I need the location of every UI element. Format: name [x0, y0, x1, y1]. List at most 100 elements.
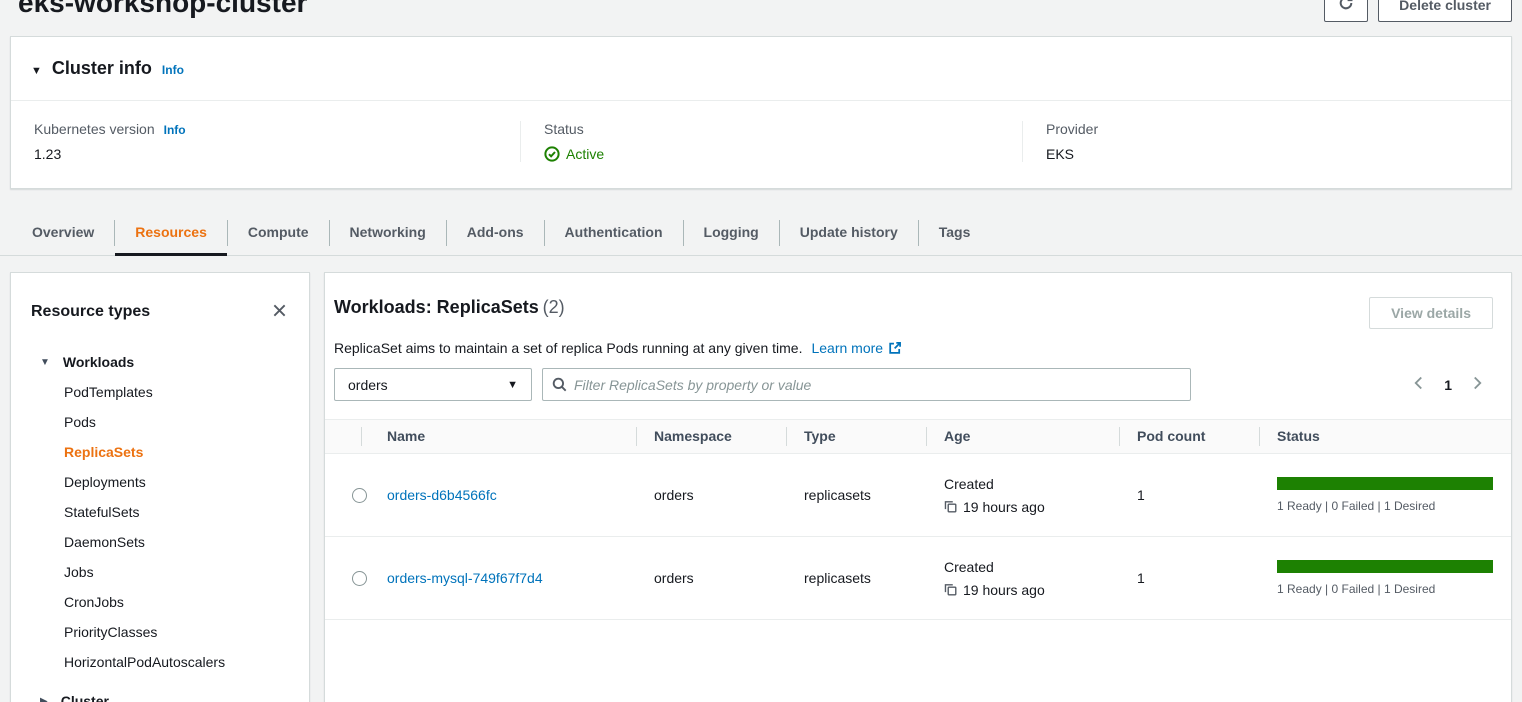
- copy-icon[interactable]: [944, 500, 957, 513]
- replicasets-panel: Workloads: ReplicaSets (2) View details …: [324, 272, 1512, 702]
- kubernetes-version-info-link[interactable]: Info: [164, 123, 186, 137]
- collapse-caret-icon[interactable]: ▼: [31, 65, 42, 77]
- refresh-icon: [1338, 0, 1354, 15]
- cluster-info-card: ▼ Cluster info Info Kubernetes version I…: [10, 36, 1512, 189]
- tab-logging[interactable]: Logging: [684, 210, 779, 256]
- dropdown-value: orders: [348, 377, 388, 393]
- cluster-group-label: Cluster: [61, 693, 109, 702]
- external-link-icon: [888, 341, 902, 355]
- column-header-age[interactable]: Age: [926, 419, 1119, 454]
- tab-resources[interactable]: Resources: [115, 210, 227, 256]
- provider-field: Provider EKS: [1022, 121, 1511, 162]
- chevron-left-icon: [1413, 375, 1424, 394]
- search-box: [542, 368, 1191, 401]
- panel-title: Workloads: ReplicaSets: [334, 297, 539, 317]
- age-cell: Created 19 hours ago: [926, 476, 1119, 515]
- view-details-button[interactable]: View details: [1369, 297, 1493, 329]
- tab-add-ons[interactable]: Add-ons: [447, 210, 544, 256]
- kubernetes-version-field: Kubernetes version Info 1.23: [11, 121, 520, 162]
- status-cell: 1 Ready | 0 Failed | 1 Desired: [1259, 560, 1511, 596]
- sidebar-item-cronjobs[interactable]: CronJobs: [11, 587, 309, 617]
- column-header-type[interactable]: Type: [786, 419, 926, 454]
- table-row: orders-d6b4566fc orders replicasets Crea…: [325, 454, 1511, 537]
- resources-content: Resource types ▼ Workloads PodTemplates …: [10, 272, 1512, 702]
- status-field: Status Active: [520, 121, 1022, 162]
- chevron-down-icon: ▼: [507, 379, 518, 391]
- table-header-row: Name Namespace Type Age Pod count Status: [325, 419, 1511, 454]
- column-header-pod-count[interactable]: Pod count: [1119, 419, 1259, 454]
- workloads-group-label: Workloads: [63, 354, 134, 370]
- status-bar: [1277, 560, 1493, 573]
- current-page-number[interactable]: 1: [1444, 377, 1452, 393]
- refresh-button[interactable]: [1324, 0, 1368, 22]
- pagination: 1: [1413, 375, 1493, 394]
- kubernetes-version-value: 1.23: [34, 146, 520, 162]
- caret-right-icon: ▶: [40, 696, 48, 702]
- namespace-filter-dropdown[interactable]: orders ▼: [334, 368, 532, 401]
- status-text: 1 Ready | 0 Failed | 1 Desired: [1277, 499, 1493, 513]
- type-cell: replicasets: [786, 487, 926, 503]
- column-header-status[interactable]: Status: [1259, 419, 1511, 454]
- namespace-cell: orders: [636, 570, 786, 586]
- resource-types-tree: ▼ Workloads PodTemplates Pods ReplicaSet…: [11, 347, 309, 702]
- tab-tags[interactable]: Tags: [919, 210, 991, 256]
- status-text: 1 Ready | 0 Failed | 1 Desired: [1277, 582, 1493, 596]
- pod-count-cell: 1: [1119, 487, 1259, 503]
- namespace-cell: orders: [636, 487, 786, 503]
- tab-compute[interactable]: Compute: [228, 210, 329, 256]
- status-cell: 1 Ready | 0 Failed | 1 Desired: [1259, 477, 1511, 513]
- age-cell: Created 19 hours ago: [926, 559, 1119, 598]
- status-bar: [1277, 477, 1493, 490]
- filter-input[interactable]: [574, 377, 1181, 393]
- provider-value: EKS: [1046, 146, 1511, 162]
- sidebar-item-jobs[interactable]: Jobs: [11, 557, 309, 587]
- delete-cluster-button[interactable]: Delete cluster: [1378, 0, 1512, 22]
- sidebar-item-podtemplates[interactable]: PodTemplates: [11, 377, 309, 407]
- header-actions: Delete cluster: [1324, 0, 1512, 22]
- chevron-right-icon: [1472, 375, 1483, 394]
- sidebar-item-replicasets[interactable]: ReplicaSets: [11, 437, 309, 467]
- resource-types-title: Resource types: [31, 303, 150, 321]
- status-check-icon: [544, 146, 560, 162]
- page-header: eks-workshop-cluster Delete cluster: [0, 0, 1522, 22]
- tab-authentication[interactable]: Authentication: [545, 210, 683, 256]
- tree-group-workloads[interactable]: ▼ Workloads: [11, 347, 309, 377]
- selection-column-header: [325, 419, 361, 454]
- status-value: Active: [566, 146, 604, 162]
- resource-types-panel: Resource types ▼ Workloads PodTemplates …: [10, 272, 310, 702]
- page-title: eks-workshop-cluster: [18, 0, 307, 20]
- sidebar-item-horizontalpodautoscalers[interactable]: HorizontalPodAutoscalers: [11, 647, 309, 677]
- panel-description: ReplicaSet aims to maintain a set of rep…: [334, 340, 802, 356]
- status-label: Status: [544, 121, 1022, 137]
- column-header-name[interactable]: Name: [361, 419, 636, 454]
- cluster-info-info-link[interactable]: Info: [162, 63, 184, 77]
- column-header-namespace[interactable]: Namespace: [636, 419, 786, 454]
- cluster-info-header[interactable]: ▼ Cluster info Info: [11, 37, 1511, 100]
- tab-update-history[interactable]: Update history: [780, 210, 918, 256]
- kubernetes-version-label: Kubernetes version: [34, 121, 155, 137]
- provider-label: Provider: [1046, 121, 1511, 137]
- previous-page-button[interactable]: [1413, 375, 1424, 394]
- sidebar-item-deployments[interactable]: Deployments: [11, 467, 309, 497]
- replicaset-name-link[interactable]: orders-d6b4566fc: [387, 487, 497, 503]
- replicaset-name-link[interactable]: orders-mysql-749f67f7d4: [387, 570, 543, 586]
- learn-more-link[interactable]: Learn more: [811, 340, 902, 356]
- cluster-tabs: Overview Resources Compute Networking Ad…: [0, 210, 1522, 256]
- next-page-button[interactable]: [1472, 375, 1483, 394]
- tab-networking[interactable]: Networking: [330, 210, 446, 256]
- panel-count: (2): [543, 297, 565, 317]
- copy-icon[interactable]: [944, 583, 957, 596]
- caret-down-icon: ▼: [40, 357, 50, 368]
- sidebar-item-priorityclasses[interactable]: PriorityClasses: [11, 617, 309, 647]
- sidebar-item-daemonsets[interactable]: DaemonSets: [11, 527, 309, 557]
- sidebar-item-statefulsets[interactable]: StatefulSets: [11, 497, 309, 527]
- table-row: orders-mysql-749f67f7d4 orders replicase…: [325, 537, 1511, 620]
- search-icon: [552, 377, 567, 392]
- tab-overview[interactable]: Overview: [12, 210, 114, 256]
- replicasets-table: Name Namespace Type Age Pod count Status…: [325, 419, 1511, 620]
- cluster-info-title: Cluster info: [52, 58, 152, 79]
- close-panel-button[interactable]: [270, 301, 289, 323]
- tree-group-cluster[interactable]: ▶ Cluster: [11, 686, 309, 702]
- cluster-info-body: Kubernetes version Info 1.23 Status Acti…: [11, 100, 1511, 188]
- sidebar-item-pods[interactable]: Pods: [11, 407, 309, 437]
